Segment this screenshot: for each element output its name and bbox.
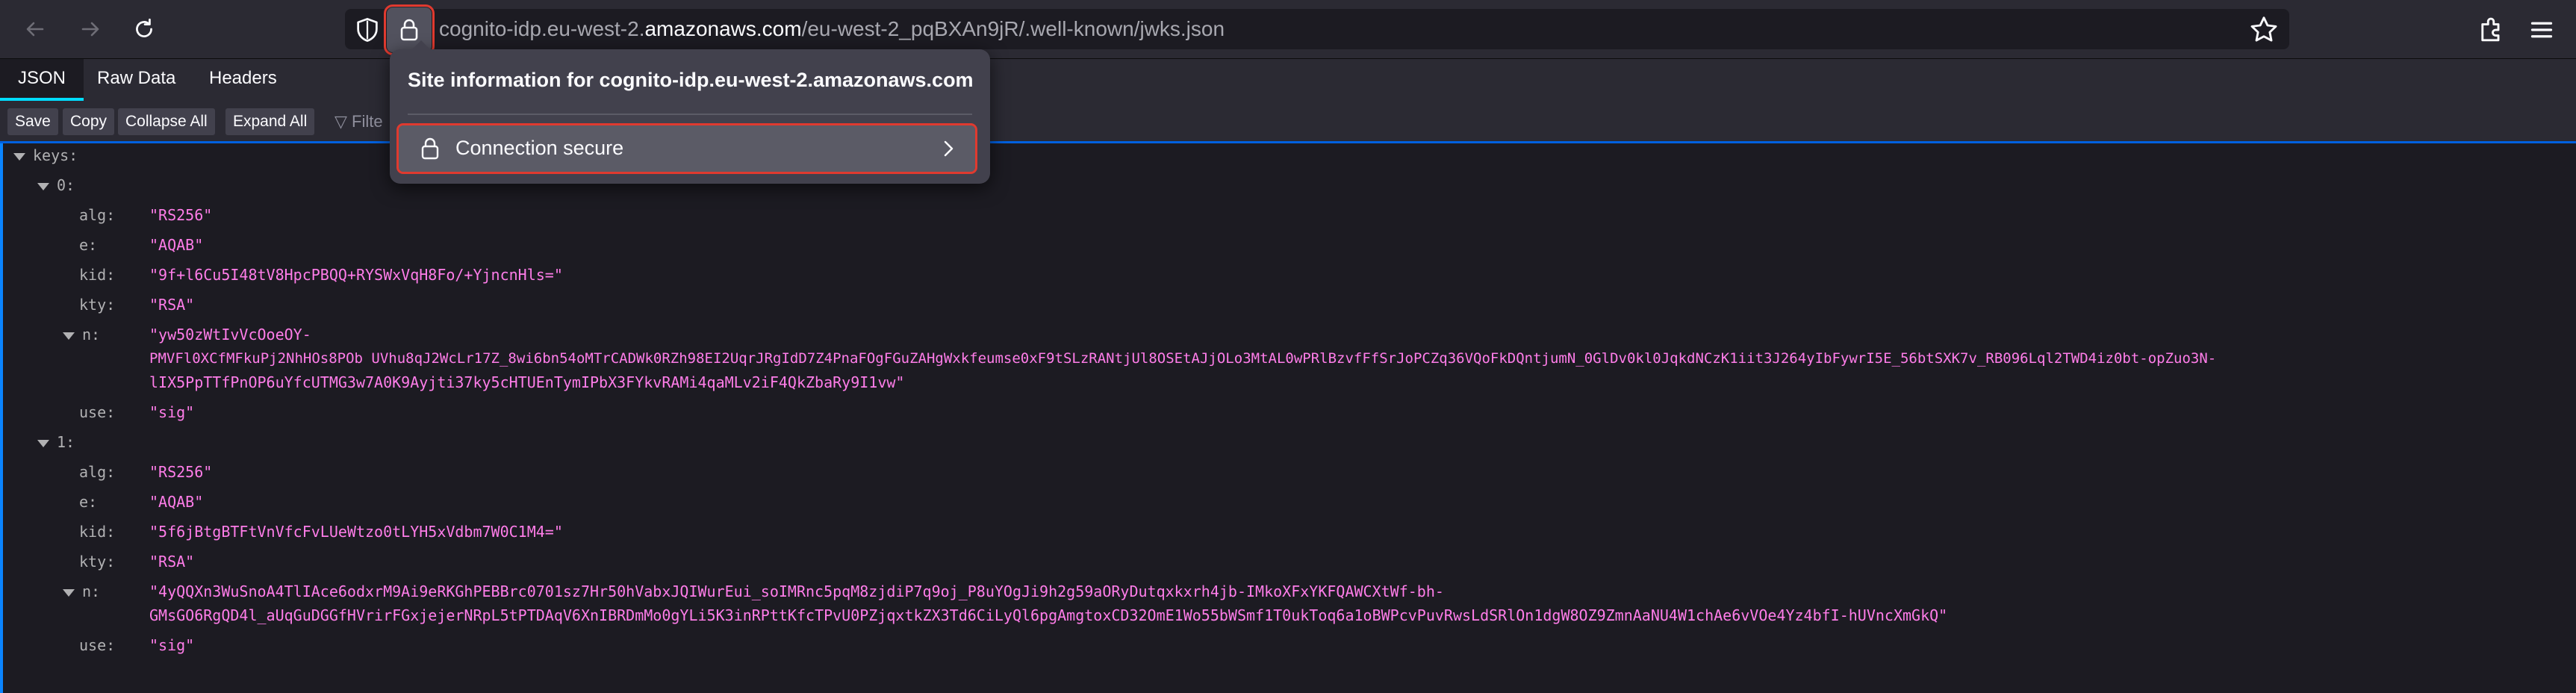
expand-toggle-icon[interactable] <box>63 332 75 340</box>
json-key: 1: <box>57 433 75 451</box>
tree-row-kty: kty: <box>79 296 116 314</box>
tree-row-index[interactable]: 0: <box>37 173 75 197</box>
tab-json[interactable]: JSON <box>0 59 84 101</box>
tree-row-use: use: <box>79 636 116 654</box>
popup-arrow <box>411 40 432 51</box>
expand-toggle-icon[interactable] <box>13 152 25 161</box>
json-value: "9f+l6Cu5I48tV8HpcPBQQ+RYSWxVqH8Fo/+Yjnc… <box>149 266 563 284</box>
tree-row-use: use: <box>79 403 116 421</box>
json-value: "sig" <box>149 403 195 421</box>
reload-button[interactable] <box>125 10 163 48</box>
json-value: "AQAB" <box>149 493 204 511</box>
site-info-popup: Site information for cognito-idp.eu-west… <box>390 40 990 184</box>
tree-row-alg: alg: <box>79 463 116 481</box>
expand-toggle-icon[interactable] <box>37 182 49 190</box>
connection-secure-button[interactable]: Connection secure <box>396 123 977 174</box>
tree-row-e: e: <box>79 493 98 511</box>
tab-headers[interactable]: Headers <box>191 59 295 98</box>
tab-raw-data[interactable]: Raw Data <box>79 59 193 98</box>
url-domain: amazonaws.com <box>644 17 802 40</box>
url-text[interactable]: cognito-idp.eu-west-2.amazonaws.com/eu-w… <box>439 14 1225 44</box>
tree-row-n[interactable]: n: <box>63 323 100 346</box>
tree-row-alg: alg: <box>79 206 116 224</box>
json-value: "RSA" <box>149 553 195 571</box>
json-value: "RSA" <box>149 296 195 314</box>
json-value: PMVFl0XCfMFkuPj2NhHOs8POb UVhu8qJ2WcLr17… <box>149 350 2217 367</box>
tree-row-index[interactable]: 1: <box>37 430 75 454</box>
filter-icon: ▽ <box>335 112 347 131</box>
tree-row-n[interactable]: n: <box>63 579 100 603</box>
tree-row-kid: kid: <box>79 523 116 541</box>
json-value: GMsGO6RgQD4l_aUqGuDGGfHVrirFGxjejerNRpL5… <box>149 606 1948 624</box>
popup-title: Site information for cognito-idp.eu-west… <box>408 69 974 91</box>
url-prefix: cognito-idp.eu-west-2. <box>439 17 645 40</box>
lock-icon <box>400 19 418 41</box>
filter-input[interactable]: ▽ Filte <box>335 108 383 135</box>
tree-row-kty: kty: <box>79 553 116 571</box>
json-value: "RS256" <box>149 206 213 224</box>
json-value: "RS256" <box>149 463 213 481</box>
tree-row-kid: kid: <box>79 266 116 284</box>
json-toolbar: Save Copy Collapse All Expand All ▽ Filt… <box>0 101 2576 143</box>
collapse-all-button[interactable]: Collapse All <box>118 108 215 135</box>
expand-toggle-icon[interactable] <box>63 588 75 597</box>
json-value: "4yQQXn3WuSnoA4TlIAce6odxrM9Ai9eRKGhPEBB… <box>149 582 1444 600</box>
url-path: /eu-west-2_pqBXAn9jR/.well-known/jwks.js… <box>801 17 1225 40</box>
arrow-left-icon <box>26 22 44 37</box>
json-value: "5f6jBtgBTFtVnVfcFvLUeWtzo0tLYH5xVdbm7W0… <box>149 523 563 541</box>
json-value: lIX5PpTTfPnOP6uYfcUTMG3w7A0K9Ayjti37ky5c… <box>149 373 905 391</box>
reload-icon <box>136 18 152 37</box>
json-key: 0: <box>57 176 75 194</box>
arrow-right-icon <box>81 22 99 37</box>
connection-secure-label: Connection secure <box>455 137 624 159</box>
json-key: keys: <box>33 146 78 164</box>
lock-icon <box>421 137 439 160</box>
filter-placeholder: Filte <box>352 112 383 131</box>
bookmark-star-icon[interactable] <box>2249 15 2279 45</box>
json-value: "AQAB" <box>149 236 204 254</box>
copy-button[interactable]: Copy <box>63 108 115 135</box>
json-viewer-tabs: JSON Raw Data Headers <box>0 59 2576 101</box>
tree-row-keys[interactable]: keys: <box>13 143 78 167</box>
extensions-puzzle-icon[interactable] <box>2476 15 2506 45</box>
hamburger-menu-icon[interactable] <box>2527 15 2557 45</box>
json-value: "yw50zWtIvVcOoeOY- <box>149 326 311 344</box>
tree-row-e: e: <box>79 236 98 254</box>
json-value: "sig" <box>149 636 195 654</box>
expand-all-button[interactable]: Expand All <box>225 108 315 135</box>
divider <box>408 114 972 115</box>
back-button[interactable] <box>16 10 54 48</box>
forward-button[interactable] <box>72 10 109 48</box>
tracking-protection-shield-icon[interactable] <box>354 16 381 43</box>
browser-toolbar: cognito-idp.eu-west-2.amazonaws.com/eu-w… <box>0 0 2576 59</box>
chevron-right-icon <box>944 140 953 157</box>
json-tree: keys: 0: alg: "RS256" e: "AQAB" kid: "9f… <box>0 143 2576 693</box>
save-button[interactable]: Save <box>7 108 58 135</box>
expand-toggle-icon[interactable] <box>37 439 49 447</box>
